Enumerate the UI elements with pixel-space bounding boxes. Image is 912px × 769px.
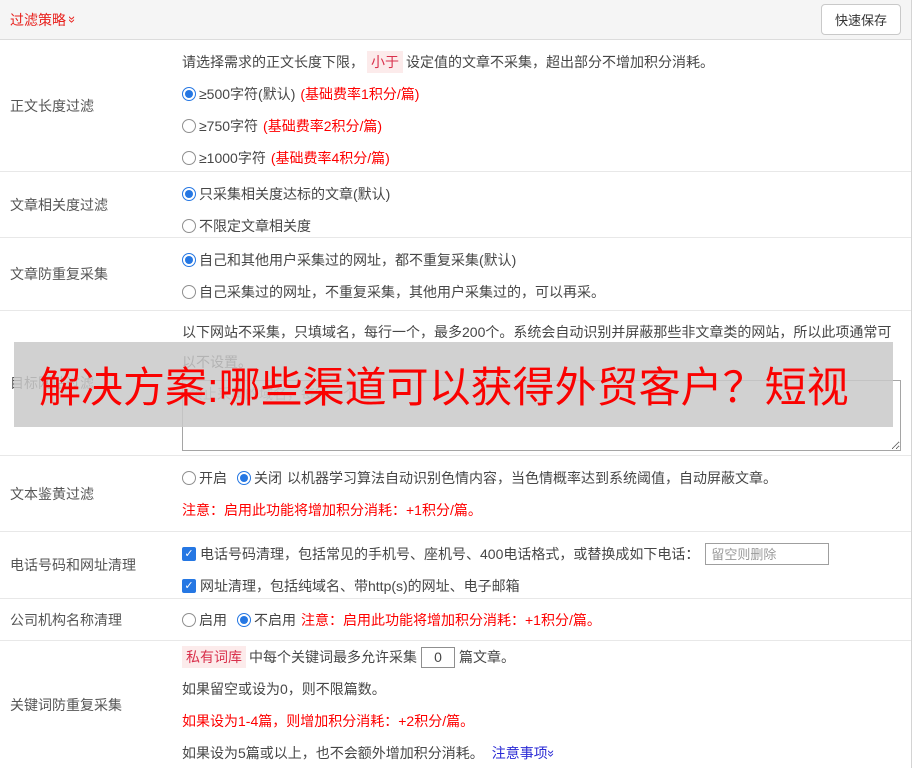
- row-content: 私有词库 中每个关键词最多允许采集 篇文章。 如果留空或设为0，则不限篇数。 如…: [182, 641, 911, 768]
- radio-icon[interactable]: [182, 253, 196, 267]
- page-title: 过滤策略: [10, 11, 66, 28]
- max-articles-count-input[interactable]: [421, 646, 455, 668]
- line-text: 如果留空或设为0，则不限篇数。: [182, 681, 386, 697]
- row-content: 只采集相关度达标的文章(默认) 不限定文章相关度: [182, 172, 911, 237]
- option-url-clean[interactable]: 网址清理，包括纯域名、带http(s)的网址、电子邮箱: [182, 576, 520, 596]
- option-relevance-required[interactable]: 只采集相关度达标的文章(默认): [182, 184, 390, 204]
- option-label: ≥1000字符: [199, 150, 266, 166]
- watermark-overlay: 解决方案:哪些渠道可以获得外贸客户？短视: [14, 342, 893, 427]
- radio-icon[interactable]: [182, 285, 196, 299]
- section-title-toggle[interactable]: 过滤策略 »: [10, 10, 81, 30]
- less-than-badge: 小于: [367, 51, 403, 73]
- filter-settings-page: 过滤策略 » 快速保存 正文长度过滤 请选择需求的正文长度下限， 小于 设定值的…: [0, 0, 912, 768]
- option-min-1000-chars[interactable]: ≥1000字符 (基础费率4积分/篇): [182, 148, 390, 168]
- option-dedup-all-users[interactable]: 自己和其他用户采集过的网址，都不重复采集(默认): [182, 250, 516, 270]
- option-fee-note: (基础费率1积分/篇): [300, 86, 420, 102]
- quick-save-button[interactable]: 快速保存: [820, 4, 901, 35]
- option-relevance-unlimited[interactable]: 不限定文章相关度: [182, 216, 311, 236]
- option-label: 自己和其他用户采集过的网址，都不重复采集(默认): [199, 252, 517, 268]
- watermark-text: 解决方案:哪些渠道可以获得外贸客户？短视: [39, 364, 849, 411]
- row-content-length-filter: 正文长度过滤 请选择需求的正文长度下限， 小于 设定值的文章不采集，超出部分不增…: [0, 40, 911, 172]
- option-label: 电话号码清理，包括常见的手机号、座机号、400电话格式，或替换成如下电话：: [200, 546, 700, 562]
- checkbox-icon[interactable]: [182, 579, 196, 593]
- row-label: 电话号码和网址清理: [10, 557, 136, 573]
- option-phone-clean[interactable]: 电话号码清理，包括常见的手机号、座机号、400电话格式，或替换成如下电话：: [182, 544, 699, 564]
- notes-link-label: 注意事项: [491, 745, 548, 761]
- option-label: 启用: [199, 611, 227, 628]
- row-phone-url-clean: 电话号码和网址清理 电话号码清理，包括常见的手机号、座机号、400电话格式，或替…: [0, 532, 911, 599]
- cost-warning: 注意：启用此功能将增加积分消耗：+1积分/篇。: [182, 502, 482, 518]
- radio-icon[interactable]: [182, 119, 196, 133]
- checkbox-icon[interactable]: [182, 547, 196, 561]
- option-porn-filter-off[interactable]: 关闭: [237, 468, 282, 488]
- option-label: 网址清理，包括纯域名、带http(s)的网址、电子邮箱: [200, 578, 520, 594]
- header-bar: 过滤策略 » 快速保存: [0, 0, 911, 40]
- option-fee-note: (基础费率4积分/篇): [270, 150, 390, 166]
- option-label: 只采集相关度达标的文章(默认): [199, 186, 391, 202]
- option-company-clean-off[interactable]: 不启用: [237, 610, 296, 630]
- option-porn-filter-on[interactable]: 开启: [182, 468, 227, 488]
- radio-icon[interactable]: [237, 612, 251, 627]
- intro-line: 请选择需求的正文长度下限， 小于 设定值的文章不采集，超出部分不增加积分消耗。: [182, 46, 903, 78]
- row-content: 开启 关闭 以机器学习算法自动识别色情内容，当色情概率达到系统阈值，自动屏蔽文章…: [182, 456, 911, 531]
- row-label: 公司机构名称清理: [10, 611, 122, 628]
- row-content: 电话号码清理，包括常见的手机号、座机号、400电话格式，或替换成如下电话： 网址…: [182, 532, 911, 598]
- row-label: 文章防重复采集: [10, 266, 108, 282]
- row-porn-filter: 文本鉴黄过滤 开启 关闭 以机器学习算法自动识别色情内容，当色情概率达到系统阈值…: [0, 456, 911, 532]
- option-min-500-chars[interactable]: ≥500字符(默认) (基础费率1积分/篇): [182, 84, 419, 104]
- row-content: 启用 不启用 注意：启用此功能将增加积分消耗：+1积分/篇。: [182, 599, 911, 640]
- radio-icon[interactable]: [182, 151, 196, 165]
- option-label: 自己采集过的网址，不重复采集，其他用户采集过的，可以再采。: [199, 284, 605, 300]
- option-label: 关闭: [254, 470, 282, 486]
- option-label: ≥500字符(默认): [199, 86, 296, 102]
- radio-icon[interactable]: [182, 219, 196, 233]
- notes-link[interactable]: 注意事项»: [491, 743, 559, 763]
- row-keyword-dedup: 关键词防重复采集 私有词库 中每个关键词最多允许采集 篇文章。 如果留空或设为0…: [0, 641, 911, 768]
- option-label: 不限定文章相关度: [199, 218, 311, 234]
- intro-text: 请选择需求的正文长度下限，: [182, 54, 364, 70]
- row-company-clean: 公司机构名称清理 启用 不启用 注意：启用此功能将增加积分消耗：+1积分/篇。: [0, 599, 911, 641]
- row-label: 关键词防重复采集: [10, 696, 122, 713]
- row-label: 文章相关度过滤: [10, 196, 108, 213]
- option-label: 开启: [199, 470, 227, 486]
- cost-warning: 注意：启用此功能将增加积分消耗：+1积分/篇。: [301, 611, 601, 628]
- private-lexicon-badge: 私有词库: [182, 646, 246, 668]
- double-chevron-down-icon: »: [543, 749, 559, 758]
- line-text: 篇文章。: [459, 649, 515, 665]
- row-relevance-filter: 文章相关度过滤 只采集相关度达标的文章(默认) 不限定文章相关度: [0, 172, 911, 238]
- radio-icon[interactable]: [182, 87, 196, 101]
- row-content: 自己和其他用户采集过的网址，都不重复采集(默认) 自己采集过的网址，不重复采集，…: [182, 238, 911, 310]
- option-company-clean-on[interactable]: 启用: [182, 610, 227, 630]
- cost-warning: 如果设为1-4篇，则增加积分消耗：+2积分/篇。: [182, 713, 475, 729]
- row-article-dedup: 文章防重复采集 自己和其他用户采集过的网址，都不重复采集(默认) 自己采集过的网…: [0, 238, 911, 311]
- feature-description: 以机器学习算法自动识别色情内容，当色情概率达到系统阈值，自动屏蔽文章。: [287, 470, 777, 486]
- line-text: 如果设为5篇或以上，也不会额外增加积分消耗。: [182, 745, 484, 761]
- option-label: ≥750字符: [199, 118, 259, 134]
- option-fee-note: (基础费率2积分/篇): [263, 118, 383, 134]
- radio-icon[interactable]: [182, 612, 196, 627]
- option-min-750-chars[interactable]: ≥750字符 (基础费率2积分/篇): [182, 116, 382, 136]
- row-target-site-filter: 目标网站过滤 以下网站不采集，只填域名，每行一个，最多200个。系统会自动识别并…: [0, 311, 911, 456]
- line-text: 中每个关键词最多允许采集: [249, 649, 417, 665]
- row-label: 文本鉴黄过滤: [10, 485, 94, 502]
- double-chevron-down-icon: »: [65, 15, 81, 24]
- replacement-phone-input[interactable]: [705, 543, 830, 565]
- radio-icon[interactable]: [182, 471, 196, 485]
- row-content: 请选择需求的正文长度下限， 小于 设定值的文章不采集，超出部分不增加积分消耗。 …: [182, 40, 911, 171]
- option-label: 不启用: [254, 611, 296, 628]
- row-label: 正文长度过滤: [10, 97, 94, 114]
- radio-icon[interactable]: [237, 471, 251, 485]
- intro-text: 设定值的文章不采集，超出部分不增加积分消耗。: [406, 54, 714, 70]
- option-dedup-self-only[interactable]: 自己采集过的网址，不重复采集，其他用户采集过的，可以再采。: [182, 282, 605, 302]
- radio-icon[interactable]: [182, 187, 196, 201]
